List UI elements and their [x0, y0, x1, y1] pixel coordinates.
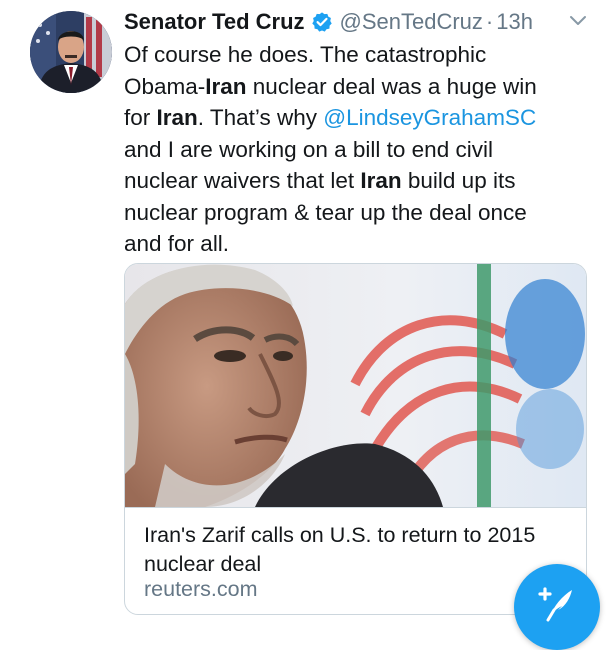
tweet-text: Of course he does. The catastrophic Obam… — [124, 39, 594, 260]
avatar-image — [30, 11, 112, 93]
timestamp[interactable]: 13h — [496, 9, 533, 35]
tweet-text-line: and I are working on a bill to end civil — [124, 136, 493, 162]
separator-dot: · — [485, 9, 494, 34]
hashtag-highlight: Iran — [360, 168, 402, 193]
compose-tweet-button[interactable] — [514, 564, 600, 650]
hashtag-highlight: Iran — [156, 105, 198, 130]
display-name[interactable]: Senator Ted Cruz — [124, 9, 305, 35]
tweet-header: Senator Ted Cruz @SenTedCruz · 13h — [124, 6, 594, 38]
tweet-text-line: for Iran. That’s why @LindseyGrahamSC — [124, 105, 537, 130]
tweet-text-line: nuclear waivers that let Iran build up i… — [124, 168, 516, 193]
compose-feather-icon — [538, 587, 572, 622]
mention-link[interactable]: @LindseyGrahamSC — [323, 105, 536, 130]
avatar[interactable] — [30, 11, 112, 93]
card-divider — [125, 507, 586, 508]
hashtag-highlight: Iran — [205, 73, 247, 99]
link-card[interactable]: Iran's Zarif calls on U.S. to return to … — [124, 263, 587, 615]
card-image[interactable] — [125, 264, 586, 507]
verified-badge-icon — [311, 11, 333, 33]
tweet-text-line: Of course he does. The catastrophic — [124, 42, 487, 67]
tweet-text-line: nuclear program & tear up the deal once — [124, 199, 527, 225]
tweet-text-line: and for all. — [124, 231, 230, 256]
card-domain: reuters.com — [144, 577, 258, 601]
card-title[interactable]: Iran's Zarif calls on U.S. to return to … — [144, 521, 564, 579]
tweet[interactable]: Senator Ted Cruz @SenTedCruz · 13h Of co… — [0, 0, 616, 650]
tweet-text-line: Obama-Iran nuclear deal was a huge win — [124, 73, 537, 99]
card-photo — [125, 264, 586, 507]
handle[interactable]: @SenTedCruz — [340, 9, 483, 35]
chevron-down-icon[interactable] — [568, 11, 588, 31]
